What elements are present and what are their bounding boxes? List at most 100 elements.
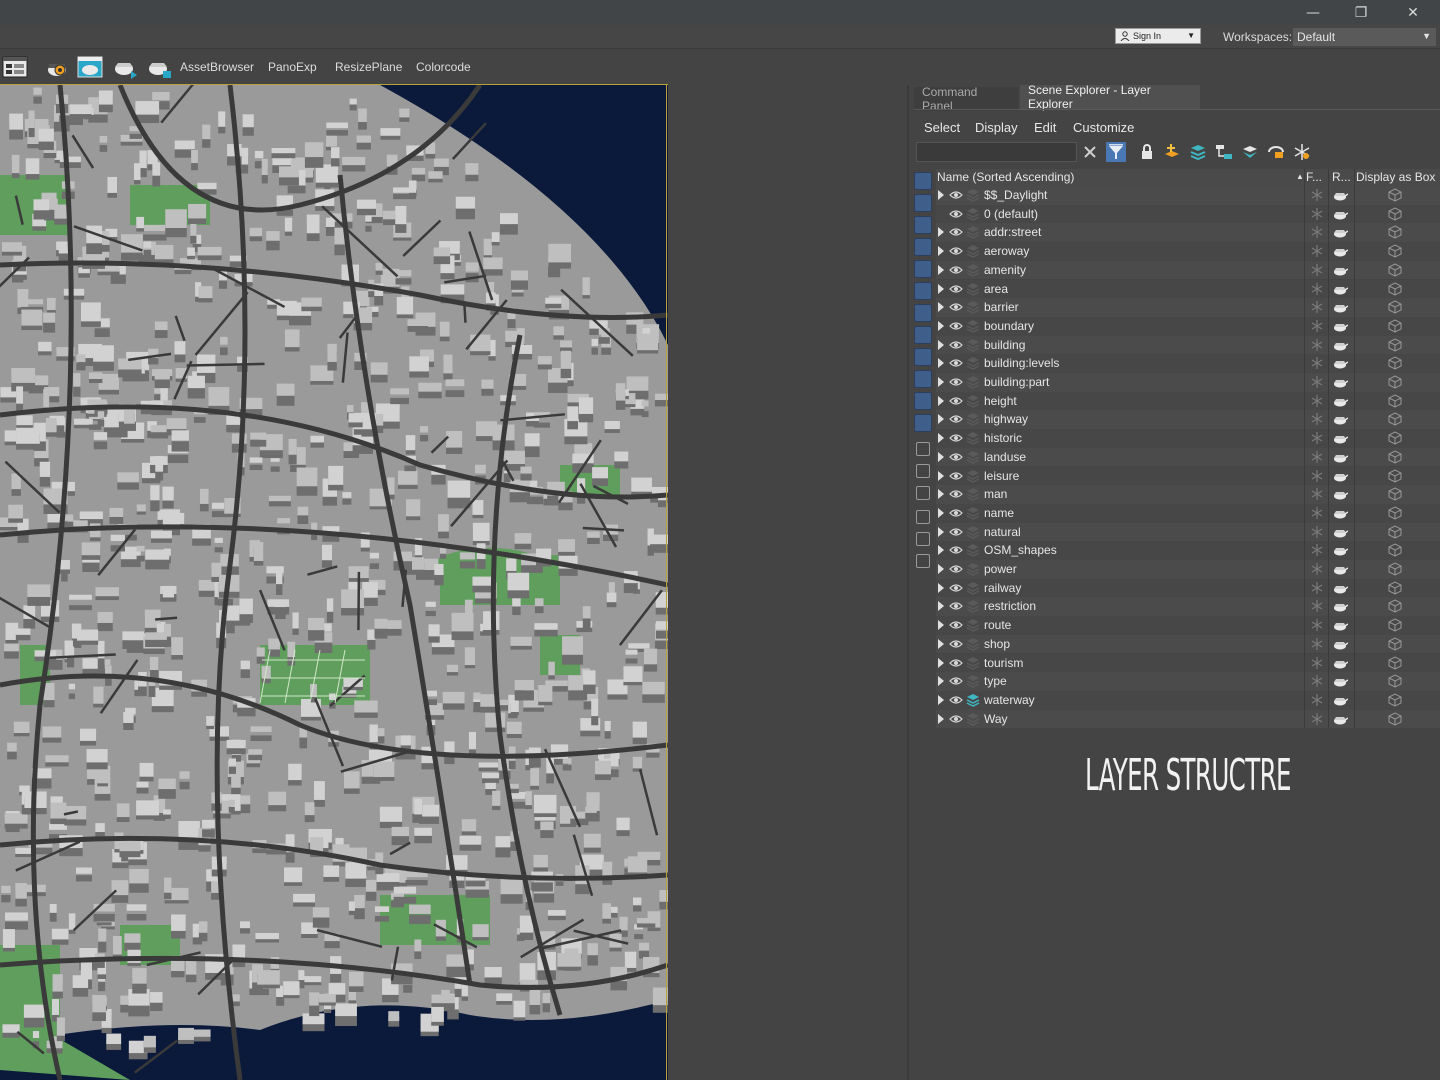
expand-arrow-icon[interactable] (938, 395, 944, 406)
layer-row[interactable]: waterway (936, 690, 1440, 710)
render-teapot-icon[interactable] (1332, 357, 1348, 369)
render-teapot-icon[interactable] (1332, 526, 1348, 538)
layer-row[interactable]: 0 (default) (936, 204, 1440, 224)
expand-arrow-icon[interactable] (938, 676, 944, 687)
layers-icon[interactable] (1188, 142, 1208, 162)
layer-row[interactable]: natural (936, 522, 1440, 542)
display-box-icon[interactable] (1388, 693, 1402, 707)
layer-row[interactable]: restriction (936, 597, 1440, 617)
layer-row[interactable]: aeroway (936, 242, 1440, 261)
layer-row[interactable]: power (936, 560, 1440, 579)
search-input[interactable] (916, 142, 1077, 162)
freeze-icon[interactable] (1310, 356, 1324, 370)
display-box-icon[interactable] (1388, 281, 1402, 296)
freeze-icon[interactable] (1310, 525, 1324, 539)
expand-arrow-icon[interactable] (938, 507, 944, 518)
freeze-icon[interactable] (1310, 338, 1324, 352)
eye-icon[interactable] (949, 264, 963, 276)
display-box-icon[interactable] (1388, 487, 1402, 501)
freeze-icon[interactable] (1310, 637, 1324, 651)
expand-arrow-icon[interactable] (938, 358, 944, 369)
freeze-icon[interactable] (1310, 263, 1324, 277)
render-frame-icon[interactable] (77, 54, 103, 80)
layer-row[interactable]: type (936, 672, 1440, 691)
panel-splitter[interactable] (907, 85, 909, 1080)
freeze-icon[interactable] (1310, 674, 1324, 688)
eye-icon[interactable] (949, 432, 963, 444)
column-display-as-box-header[interactable]: Display as Box (1356, 170, 1435, 184)
layer-row[interactable]: landuse (936, 447, 1440, 467)
expand-arrow-icon[interactable] (938, 320, 944, 331)
freeze-icon[interactable] (1310, 412, 1324, 426)
eye-icon[interactable] (949, 713, 963, 725)
eye-icon[interactable] (949, 544, 963, 556)
render-teapot-icon[interactable] (1332, 563, 1348, 575)
eye-icon[interactable] (949, 339, 963, 351)
expand-arrow-icon[interactable] (938, 694, 944, 705)
freeze-icon[interactable] (1310, 207, 1324, 221)
expand-arrow-icon[interactable] (938, 246, 944, 257)
freeze-icon[interactable] (1310, 188, 1324, 202)
render-teapot-icon[interactable] (1332, 413, 1348, 425)
render-teapot-icon[interactable] (1332, 451, 1348, 463)
filter-settings-icon[interactable] (916, 510, 930, 524)
display-box-icon[interactable] (1388, 543, 1402, 557)
expand-arrow-icon[interactable] (938, 545, 944, 556)
expand-arrow-icon[interactable] (938, 657, 944, 668)
column-renderable-header[interactable]: R... (1332, 170, 1351, 184)
camera-filter-icon[interactable] (914, 238, 932, 256)
panoexp-button[interactable]: PanoExp (268, 60, 317, 74)
column-separator[interactable] (1304, 169, 1305, 729)
column-separator[interactable] (1328, 169, 1329, 729)
expand-arrow-icon[interactable] (938, 638, 944, 649)
eye-icon[interactable] (949, 526, 963, 538)
bone-filter-icon[interactable] (914, 348, 932, 366)
eye-icon[interactable] (949, 694, 963, 706)
add-layer-icon[interactable] (1162, 142, 1182, 162)
freeze-icon[interactable] (1310, 282, 1324, 296)
notes-icon[interactable] (916, 486, 930, 500)
layer-row[interactable]: area (936, 279, 1440, 299)
layer-row[interactable]: barrier (936, 298, 1440, 317)
layer-row[interactable]: railway (936, 578, 1440, 598)
layer-row[interactable]: man (936, 485, 1440, 504)
expand-arrow-icon[interactable] (938, 526, 944, 537)
layer-row[interactable]: $$_Daylight (936, 186, 1440, 205)
expand-arrow-icon[interactable] (938, 190, 944, 200)
freeze-icon[interactable] (1310, 618, 1324, 632)
display-box-icon[interactable] (1388, 712, 1402, 726)
freeze-icon[interactable] (1310, 599, 1324, 613)
colorcode-button[interactable]: Colorcode (416, 60, 471, 74)
freeze-icon[interactable] (1310, 656, 1324, 670)
expand-arrow-icon[interactable] (938, 489, 944, 500)
freeze-icon[interactable] (1310, 450, 1324, 464)
display-box-icon[interactable] (1388, 674, 1402, 688)
eye-icon[interactable] (949, 470, 963, 482)
freeze-icon[interactable] (1310, 375, 1324, 389)
hidden-filter-icon[interactable] (914, 414, 932, 432)
render-teapot-icon[interactable] (1332, 694, 1348, 706)
menu-customize[interactable]: Customize (1073, 120, 1134, 135)
expand-arrow-icon[interactable] (938, 377, 944, 387)
geometry-filter-icon[interactable] (914, 172, 932, 190)
expand-arrow-icon[interactable] (938, 564, 944, 574)
column-separator[interactable] (1354, 169, 1355, 729)
eye-icon[interactable] (949, 638, 963, 650)
expand-arrow-icon[interactable] (938, 339, 944, 350)
expand-arrow-icon[interactable] (938, 302, 944, 313)
folder-icon[interactable] (916, 554, 930, 568)
render-teapot-icon[interactable] (1332, 619, 1348, 631)
layer-row[interactable]: shop (936, 634, 1440, 654)
display-box-icon[interactable] (1388, 412, 1402, 426)
render-teapot-icon[interactable] (1332, 432, 1348, 444)
menu-select[interactable]: Select (924, 120, 960, 135)
eye-icon[interactable] (949, 320, 963, 332)
eye-icon[interactable] (949, 283, 963, 295)
freeze-icon[interactable] (1310, 712, 1324, 726)
eye-icon[interactable] (949, 451, 963, 463)
clear-search-icon[interactable] (1080, 142, 1100, 162)
column-name-header[interactable]: Name (Sorted Ascending) (937, 170, 1074, 184)
layer-row[interactable]: Way (936, 709, 1440, 729)
hierarchy-icon[interactable] (1214, 142, 1234, 162)
display-box-icon[interactable] (1388, 581, 1402, 595)
